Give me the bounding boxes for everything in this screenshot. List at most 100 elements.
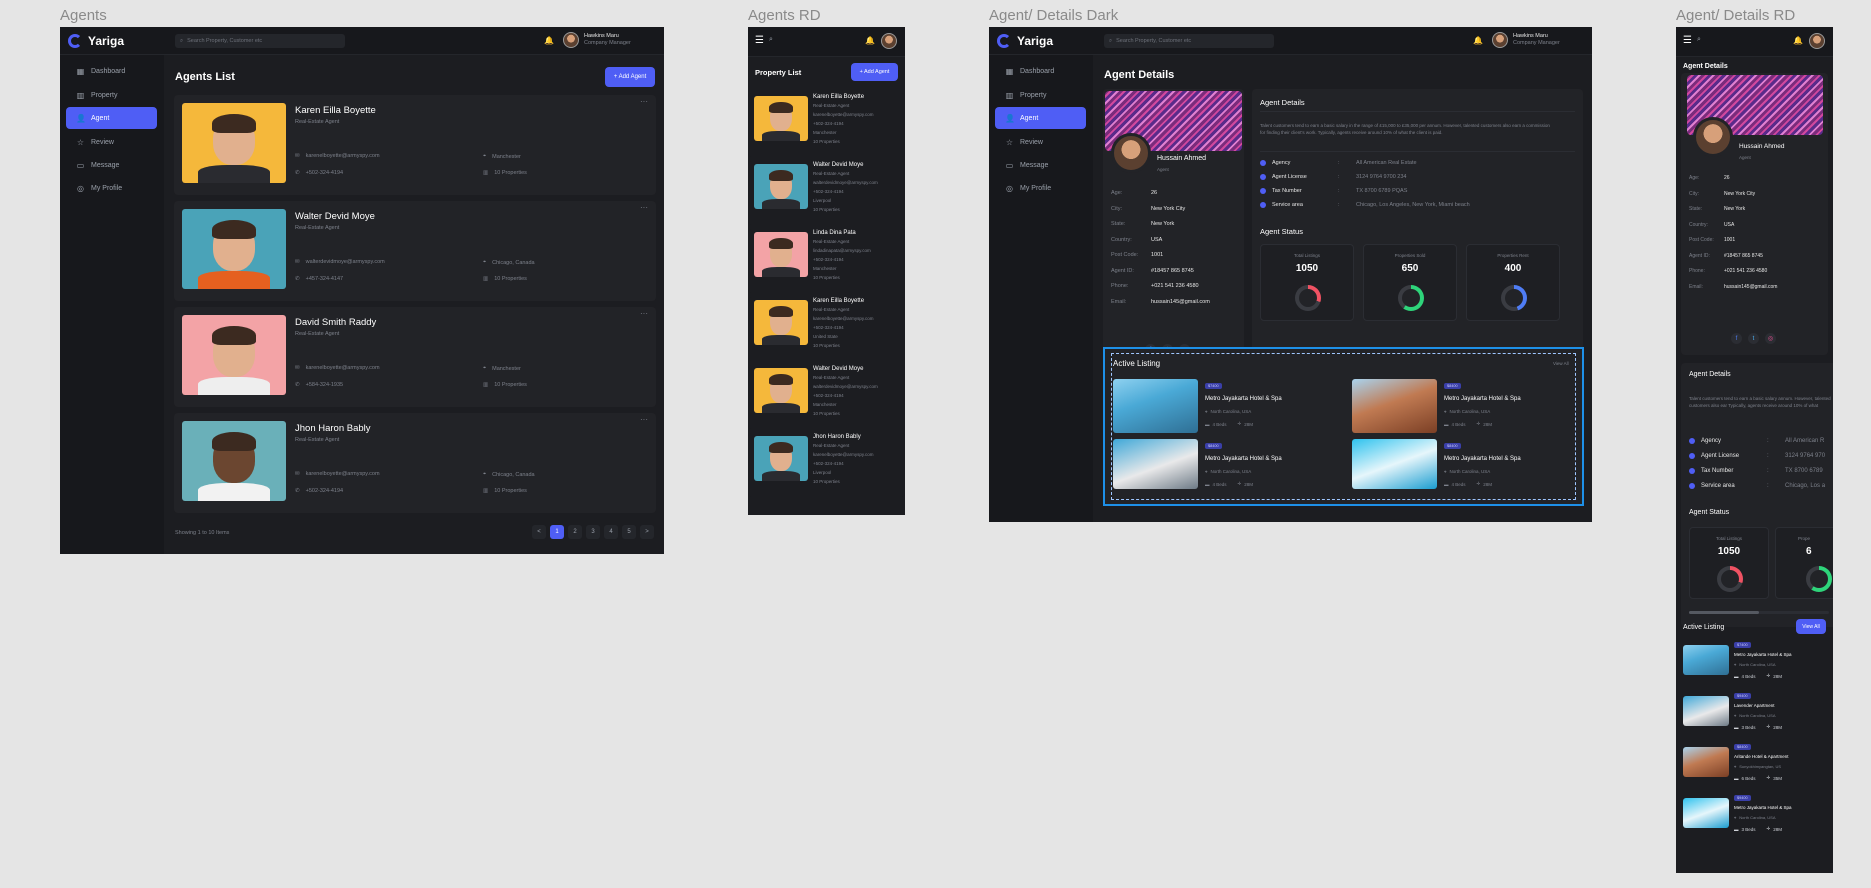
more-icon[interactable]: ··· [640, 415, 648, 424]
agent-name[interactable]: Linda Dina Pata [813, 230, 856, 236]
agent-card[interactable]: Walter Devid Moye Real-Estate Agent ··· … [174, 201, 656, 301]
list-item[interactable]: Jhon Haron Bably Real-Estate Agent karenel… [748, 433, 905, 497]
profile-role: Agent [1739, 155, 1751, 160]
agent-details-panel: Agent Details Talent customers tend to e… [1681, 363, 1833, 627]
agent-name[interactable]: David Smith Raddy [295, 317, 376, 328]
listing-photo [1683, 696, 1729, 726]
search-icon[interactable]: ⌕ [1697, 36, 1701, 44]
avatar [563, 32, 579, 48]
star-icon: ☆ [76, 137, 85, 147]
listing-card[interactable]: $7400 Metro Jayakarta Hotel & Spa ⌖ North C… [1683, 642, 1828, 690]
listing-meta: ▬ 3 Beds ✛ 28M [1734, 826, 1783, 832]
facebook-icon[interactable]: f [1731, 333, 1742, 344]
agent-fact-row: Tax Number: TX 8700 6789 PQAS [1260, 188, 1407, 194]
listing-card[interactable]: $9400 Metro Jayakarta Hotel & Spa ⌖ North C… [1683, 795, 1828, 843]
sidebar-item-property[interactable]: ▥ Property [66, 84, 157, 106]
agents-rd-frame: ☰ ⌕ 🔔 Property List + Add Agent Karen Ei… [748, 27, 905, 515]
agent-email: karenelboyette@armyspy.com [813, 112, 874, 117]
listing-meta: ▬ 4 Beds ✛ 28M [1444, 481, 1493, 487]
listing-card[interactable]: $8400 Metro Jayakarta Hotel & Spa ⌖ North C… [1352, 379, 1582, 435]
agent-fact-row: Agency: All American R [1689, 438, 1824, 444]
agent-name[interactable]: Karen Eilla Boyette [813, 298, 864, 304]
more-icon[interactable]: ··· [640, 203, 648, 212]
page-3-button[interactable]: 3 [586, 525, 600, 539]
top-bar: ☰ ⌕ 🔔 [748, 27, 905, 57]
agent-name[interactable]: Jhon Haron Bably [295, 423, 371, 434]
check-icon [1260, 202, 1266, 208]
agent-name[interactable]: Karen Eilla Boyette [295, 105, 376, 116]
sidebar: ▦ Dashboard ▥ Property 👤 Agent ☆ Review ▭ Mes… [60, 55, 164, 554]
avatar[interactable] [1809, 33, 1825, 49]
list-item[interactable]: Karen Eilla Boyette Real-Estate Agent kare… [748, 93, 905, 157]
listing-card[interactable]: $8400 Aritande Hotel & Apartment ⌖ Sunyokhi… [1683, 744, 1828, 792]
agent-name[interactable]: Karen Eilla Boyette [813, 94, 864, 100]
listing-card[interactable]: $7400 Metro Jayakarta Hotel & Spa ⌖ North C… [1113, 379, 1343, 435]
frame-label-details-dark: Agent/ Details Dark [989, 7, 1119, 24]
sidebar-item-agent[interactable]: 👤 Agent [995, 107, 1086, 129]
building-icon: ▥ [483, 488, 489, 494]
listing-location: ⌖ North Carolina, USA [1734, 662, 1776, 667]
agent-name[interactable]: Walter Devid Moye [813, 162, 863, 168]
sidebar-item-property[interactable]: ▥ Property [995, 84, 1086, 106]
list-item[interactable]: Linda Dina Pata Real-Estate Agent lindadin… [748, 229, 905, 293]
sidebar-item-message[interactable]: ▭ Message [995, 154, 1086, 176]
list-item[interactable]: Walter Devid Moye Real-Estate Agent walter… [748, 161, 905, 225]
check-icon [1689, 468, 1695, 474]
agent-name[interactable]: Walter Devid Moye [295, 211, 375, 222]
page-1-button[interactable]: 1 [550, 525, 564, 539]
notification-bell-icon[interactable]: 🔔 [865, 36, 875, 45]
menu-icon[interactable]: ☰ [1683, 35, 1692, 46]
profile-icon: ◎ [77, 183, 84, 193]
search-icon[interactable]: ⌕ [769, 36, 773, 44]
agent-card[interactable]: Karen Eilla Boyette Real-Estate Agent ··… [174, 95, 656, 195]
view-all-button[interactable]: View All [1796, 619, 1826, 634]
agent-card[interactable]: Jhon Haron Bably Real-Estate Agent ··· ✉… [174, 413, 656, 513]
sidebar-item-dashboard[interactable]: ▦ Dashboard [995, 60, 1086, 82]
sidebar-item-review[interactable]: ☆ Review [995, 131, 1086, 153]
next-page-button[interactable]: > [640, 525, 654, 539]
user-menu[interactable]: Hawkins Maru Company Manager [1492, 32, 1560, 48]
sidebar-item-agent[interactable]: 👤 Agent [66, 107, 157, 129]
more-icon[interactable]: ··· [640, 309, 648, 318]
page-5-button[interactable]: 5 [622, 525, 636, 539]
agent-email: ✉ karenelboyette@armyspy.com [295, 153, 380, 159]
page-2-button[interactable]: 2 [568, 525, 582, 539]
sidebar-item-review[interactable]: ☆ Review [66, 131, 157, 153]
sidebar-item-my-profile[interactable]: ◎ My Profile [66, 177, 157, 199]
listing-card[interactable]: $9400 Lavender Apartment ⌖ North Carolina, … [1683, 693, 1828, 741]
profile-info-row: Phone: +021 541 236 4580 [1689, 268, 1768, 274]
notification-bell-icon[interactable]: 🔔 [544, 36, 554, 45]
instagram-icon[interactable]: ◎ [1765, 333, 1776, 344]
menu-icon[interactable]: ☰ [755, 35, 764, 46]
page-4-button[interactable]: 4 [604, 525, 618, 539]
notification-bell-icon[interactable]: 🔔 [1793, 36, 1803, 45]
listing-location: ⌖ North Carolina, USA [1205, 409, 1252, 414]
panel-title: Agent Details [1689, 371, 1731, 378]
twitter-icon[interactable]: t [1748, 333, 1759, 344]
agent-card[interactable]: David Smith Raddy Real-Estate Agent ··· … [174, 307, 656, 407]
sidebar-item-message[interactable]: ▭ Message [66, 154, 157, 176]
agent-phone: ✆ +584-324-1935 [295, 382, 344, 388]
search-input[interactable]: ⌕ Search Property, Customer etc [1104, 34, 1274, 48]
agent-name[interactable]: Walter Devid Moye [813, 366, 863, 372]
horizontal-scrollbar[interactable] [1689, 611, 1829, 614]
more-icon[interactable]: ··· [640, 97, 648, 106]
view-all-link[interactable]: View All [1553, 361, 1569, 366]
notification-bell-icon[interactable]: 🔔 [1473, 36, 1483, 45]
prev-page-button[interactable]: < [532, 525, 546, 539]
sidebar-item-dashboard[interactable]: ▦ Dashboard [66, 60, 157, 82]
area-icon: ✛ [1237, 421, 1242, 426]
sidebar-item-my-profile[interactable]: ◎ My Profile [995, 177, 1086, 199]
user-menu[interactable]: Hawkins Maru Company Manager [563, 32, 631, 48]
avatar[interactable] [881, 33, 897, 49]
listing-card[interactable]: $8400 Metro Jayakarta Hotel & Spa ⌖ North C… [1352, 439, 1582, 495]
list-item[interactable]: Walter Devid Moye Real-Estate Agent walter… [748, 365, 905, 429]
list-item[interactable]: Karen Eilla Boyette Real-Estate Agent kare… [748, 297, 905, 361]
app-logo[interactable]: Yariga [68, 34, 124, 48]
app-logo[interactable]: Yariga [997, 34, 1053, 48]
listing-card[interactable]: $8400 Metro Jayakarta Hotel & Spa ⌖ North C… [1113, 439, 1343, 495]
add-agent-button[interactable]: + Add Agent [605, 67, 655, 87]
agent-name[interactable]: Jhon Haron Bably [813, 434, 861, 440]
add-agent-button[interactable]: + Add Agent [851, 63, 898, 81]
search-input[interactable]: ⌕ Search Property, Customer etc [175, 34, 345, 48]
